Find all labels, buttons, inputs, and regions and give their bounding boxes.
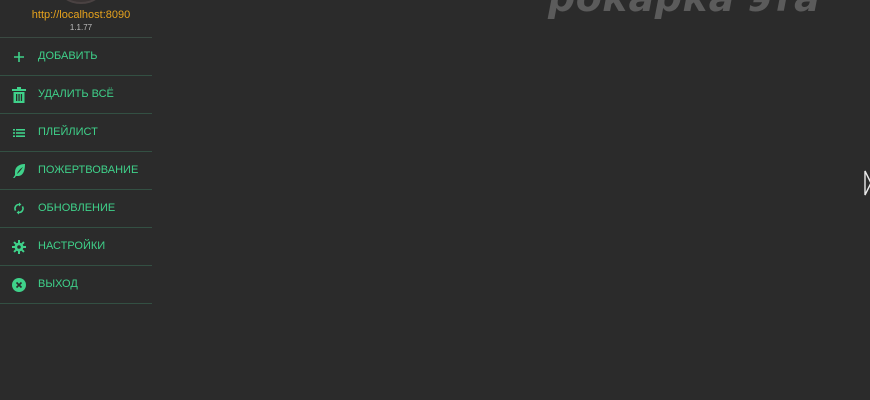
mouse-cursor-icon bbox=[864, 170, 870, 201]
menu-item-delete-all[interactable]: УДАЛИТЬ ВСЁ bbox=[0, 76, 152, 114]
app-version: 1.1.77 bbox=[69, 23, 93, 32]
feather-icon bbox=[0, 163, 38, 179]
menu-item-donate[interactable]: ПОЖЕРТВОВАНИЕ bbox=[0, 152, 152, 190]
menu-item-label: ДОБАВИТЬ bbox=[38, 50, 98, 62]
trash-icon bbox=[0, 86, 38, 103]
menu-item-label: НАСТРОЙКИ bbox=[38, 240, 106, 252]
menu-item-label: ВЫХОД bbox=[38, 278, 78, 290]
menu-item-update[interactable]: ОБНОВЛЕНИЕ bbox=[0, 190, 152, 228]
navigation-drawer: http://localhost:8090 1.1.77 ДОБАВИТЬ УД… bbox=[0, 0, 152, 400]
refresh-icon bbox=[0, 202, 38, 215]
app-logo-avatar bbox=[58, 0, 104, 4]
list-icon bbox=[0, 128, 38, 138]
app-screen: рокарка эта http://localhost:8090 1.1.77… bbox=[0, 0, 870, 400]
menu-item-exit[interactable]: ВЫХОД bbox=[0, 266, 152, 304]
menu-item-label: ПЛЕЙЛИСТ bbox=[38, 126, 98, 138]
background-watermark-text: рокарка эта bbox=[548, 0, 820, 18]
drawer-menu: ДОБАВИТЬ УДАЛИТЬ ВСЁ ПЛЕЙЛИСТ ПОЖЕРТВОВА… bbox=[0, 37, 152, 304]
gear-icon bbox=[0, 239, 38, 254]
menu-item-label: УДАЛИТЬ ВСЁ bbox=[38, 88, 114, 100]
menu-item-label: ПОЖЕРТВОВАНИЕ bbox=[38, 164, 139, 176]
menu-item-settings[interactable]: НАСТРОЙКИ bbox=[0, 228, 152, 266]
close-circle-icon bbox=[0, 277, 38, 292]
server-url[interactable]: http://localhost:8090 bbox=[0, 9, 162, 22]
plus-icon bbox=[0, 51, 38, 63]
menu-item-playlist[interactable]: ПЛЕЙЛИСТ bbox=[0, 114, 152, 152]
menu-item-add[interactable]: ДОБАВИТЬ bbox=[0, 38, 152, 76]
menu-item-label: ОБНОВЛЕНИЕ bbox=[38, 202, 116, 214]
